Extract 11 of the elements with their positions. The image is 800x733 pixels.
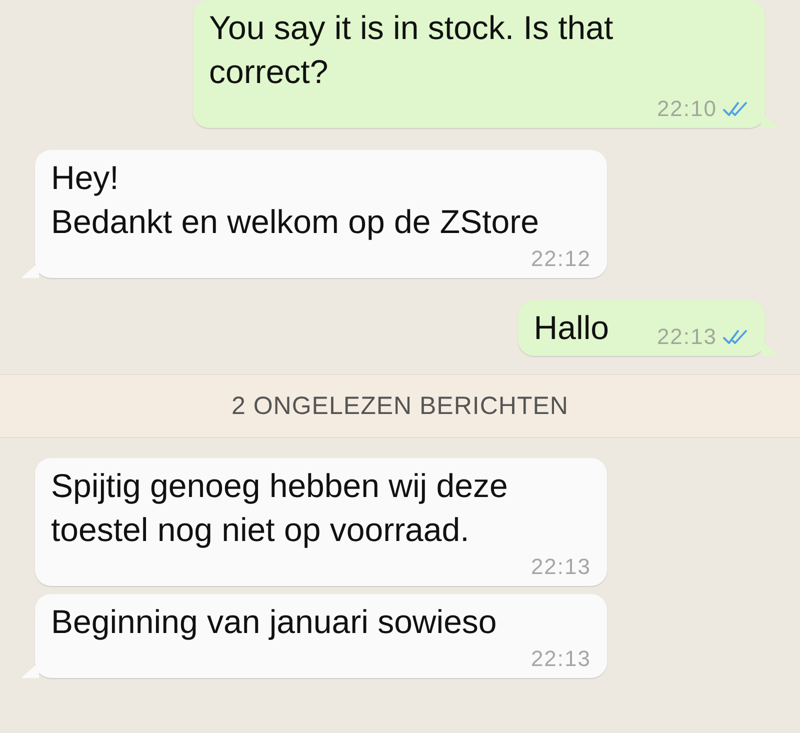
message-text: Spijtig genoeg hebben wij deze toestel nog niet op voorraad. [51,466,508,550]
message-time: 22:13 [656,324,717,350]
message-time: 22:13 [530,554,591,580]
message-text: Hey! Bedankt en welkom op de ZStore [51,158,539,242]
unread-label: 2 ONGELEZEN BERICHTEN [232,391,568,422]
message-time: 22:10 [656,96,717,122]
message-time: 22:13 [530,646,591,672]
message-text: Beginning van januari sowieso [51,602,497,642]
message-text: You say it is in stock. Is that correct? [209,8,614,92]
message-text: Hallo [534,308,609,348]
message-time: 22:12 [530,246,591,272]
